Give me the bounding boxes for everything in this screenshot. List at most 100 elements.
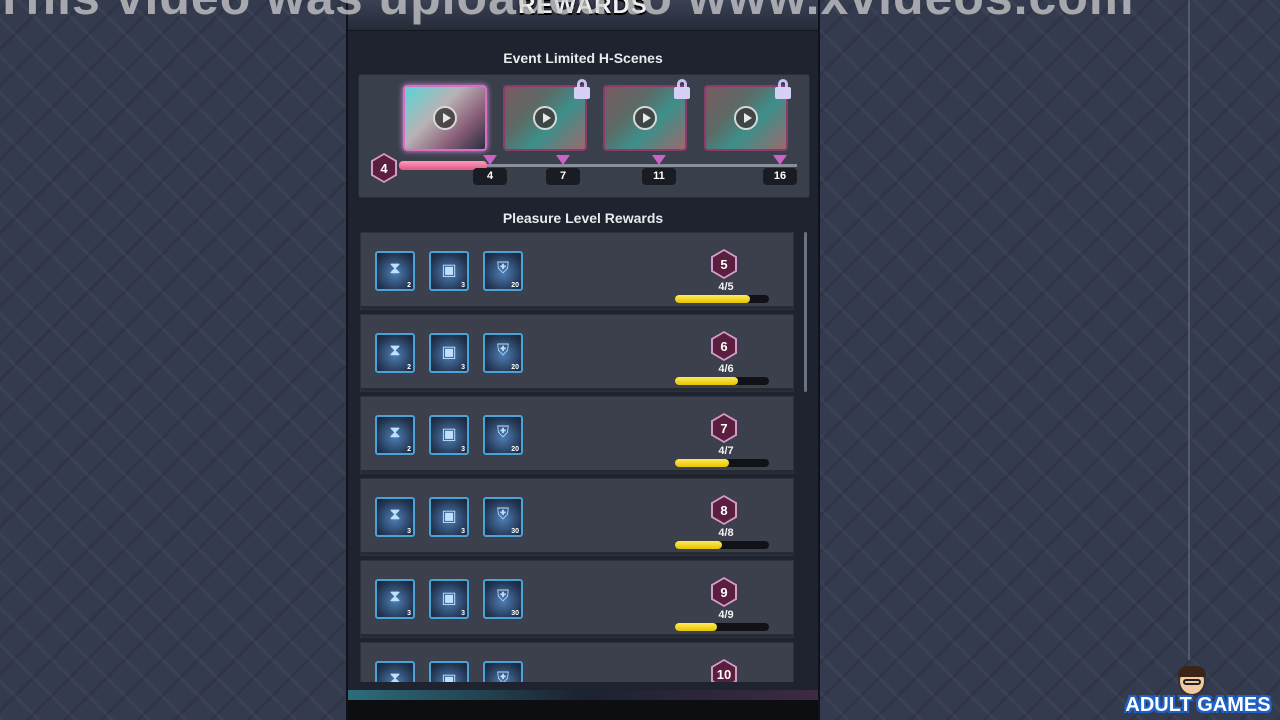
time-boost-icon[interactable]: ⧗ 2	[375, 333, 415, 373]
item-quantity: 3	[461, 610, 465, 617]
time-boost-icon[interactable]: ⧗	[375, 661, 415, 682]
chest-icon[interactable]: ▣ 3	[429, 333, 469, 373]
rewards-scrollbar[interactable]	[804, 232, 807, 392]
item-glyph: ▣	[441, 590, 457, 607]
play-icon[interactable]	[734, 106, 758, 130]
chest-icon[interactable]: ▣ 3	[429, 415, 469, 455]
item-quantity: 3	[407, 528, 411, 535]
item-quantity: 20	[511, 364, 519, 371]
unlock-level-label: 4	[473, 168, 507, 185]
lock-icon	[774, 79, 792, 99]
shield-badge-icon[interactable]: ⛨ 30	[483, 497, 523, 537]
item-glyph: ⧗	[389, 260, 401, 277]
item-glyph: ⛨	[496, 260, 509, 277]
reward-level-badge: 10	[711, 659, 737, 682]
logo-text: ADULT GAMES	[1125, 694, 1271, 716]
shield-badge-icon[interactable]: ⛨ 20	[483, 333, 523, 373]
shield-badge-icon[interactable]: ⛨	[483, 661, 523, 682]
reward-row[interactable]: ⧗ 3 ▣ 3 ⛨ 30 9 4/9	[360, 560, 794, 638]
reward-level-value: 9	[713, 579, 735, 605]
item-glyph: ▣	[441, 508, 457, 525]
reward-row[interactable]: ⧗▣⛨104/10	[360, 642, 794, 682]
item-glyph: ⛨	[496, 506, 509, 523]
item-quantity: 3	[461, 446, 465, 453]
page-title: REWARDS	[518, 0, 648, 19]
chest-icon[interactable]: ▣ 3	[429, 251, 469, 291]
item-quantity: 30	[511, 528, 519, 535]
reward-row[interactable]: ⧗ 3 ▣ 3 ⛨ 30 8 4/8	[360, 478, 794, 556]
item-quantity: 3	[461, 364, 465, 371]
reward-progress-bar	[675, 623, 769, 631]
reward-progress-bar	[675, 541, 769, 549]
bottom-bar	[348, 700, 818, 720]
item-glyph: ⧗	[389, 670, 401, 682]
item-quantity: 20	[511, 446, 519, 453]
reward-level-badge: 6	[711, 331, 737, 361]
reward-level-badge: 7	[711, 413, 737, 443]
item-quantity: 3	[461, 282, 465, 289]
chest-icon[interactable]: ▣	[429, 661, 469, 682]
reward-row[interactable]: ⧗ 2 ▣ 3 ⛨ 20 5 4/5	[360, 232, 794, 310]
reward-progress-text: 4/8	[718, 527, 734, 539]
time-boost-icon[interactable]: ⧗ 3	[375, 579, 415, 619]
reward-level-value: 8	[713, 497, 735, 523]
rewards-panel: REWARDS Event Limited H-Scenes 4 7 11 16 4 …	[346, 0, 820, 720]
item-glyph: ⧗	[389, 424, 401, 441]
reward-progress-fill	[675, 377, 738, 385]
reward-row[interactable]: ⧗ 2 ▣ 3 ⛨ 20 6 4/6	[360, 314, 794, 392]
play-icon[interactable]	[533, 106, 557, 130]
lock-icon	[573, 79, 591, 99]
reward-level-value: 10	[713, 661, 735, 682]
item-glyph: ⧗	[389, 506, 401, 523]
shield-badge-icon[interactable]: ⛨ 20	[483, 415, 523, 455]
item-quantity: 2	[407, 364, 411, 371]
reward-progress-bar	[675, 377, 769, 385]
item-glyph: ⛨	[496, 342, 509, 359]
item-quantity: 3	[407, 610, 411, 617]
hscene-thumbnail[interactable]	[403, 85, 487, 151]
rewards-list[interactable]: ⧗ 2 ▣ 3 ⛨ 20 5 4/5 ⧗ 2 ▣ 3 ⛨ 20 6 4/6 ⧗ 2 ▣ 3 ⛨ 20 7 4/7 ⧗ 3 ▣ 3 ⛨ 30…	[360, 232, 794, 682]
play-icon[interactable]	[433, 106, 457, 130]
lock-icon	[673, 79, 691, 99]
reward-progress-fill	[675, 623, 717, 631]
reward-row[interactable]: ⧗ 2 ▣ 3 ⛨ 20 7 4/7	[360, 396, 794, 474]
reward-level-value: 6	[713, 333, 735, 359]
reward-level-badge: 5	[711, 249, 737, 279]
reward-progress-text: 4/5	[718, 281, 734, 293]
item-quantity: 2	[407, 446, 411, 453]
item-glyph: ⛨	[496, 670, 509, 682]
play-icon[interactable]	[633, 106, 657, 130]
item-glyph: ▣	[441, 262, 457, 279]
item-quantity: 2	[407, 282, 411, 289]
background-divider	[1188, 0, 1190, 660]
shield-badge-icon[interactable]: ⛨ 30	[483, 579, 523, 619]
shield-badge-icon[interactable]: ⛨ 20	[483, 251, 523, 291]
item-glyph: ▣	[441, 426, 457, 443]
current-level-value: 4	[373, 155, 395, 181]
chest-icon[interactable]: ▣ 3	[429, 579, 469, 619]
time-boost-icon[interactable]: ⧗ 2	[375, 415, 415, 455]
avatar-icon	[1178, 666, 1206, 696]
time-boost-icon[interactable]: ⧗ 3	[375, 497, 415, 537]
item-glyph: ⛨	[496, 424, 509, 441]
reward-level-value: 7	[713, 415, 735, 441]
unlock-level-label: 7	[546, 168, 580, 185]
chest-icon[interactable]: ▣ 3	[429, 497, 469, 537]
adult-games-logo: ADULT GAMES	[1122, 666, 1274, 720]
reward-progress-text: 4/7	[718, 445, 734, 457]
reward-progress-bar	[675, 295, 769, 303]
reward-progress-fill	[675, 459, 729, 467]
hscene-track: 4 7 11 16 4	[358, 74, 810, 198]
item-glyph: ⧗	[389, 342, 401, 359]
unlock-level-label: 11	[642, 168, 676, 185]
item-glyph: ▣	[441, 344, 457, 361]
hscenes-title: Event Limited H-Scenes	[503, 50, 663, 66]
rewards-title: Pleasure Level Rewards	[502, 210, 664, 226]
reward-progress-bar	[675, 459, 769, 467]
unlock-level-label: 16	[763, 168, 797, 185]
time-boost-icon[interactable]: ⧗ 2	[375, 251, 415, 291]
panel-header: REWARDS	[348, 0, 818, 31]
reward-level-badge: 9	[711, 577, 737, 607]
reward-progress-fill	[675, 295, 750, 303]
item-glyph: ⧗	[389, 588, 401, 605]
